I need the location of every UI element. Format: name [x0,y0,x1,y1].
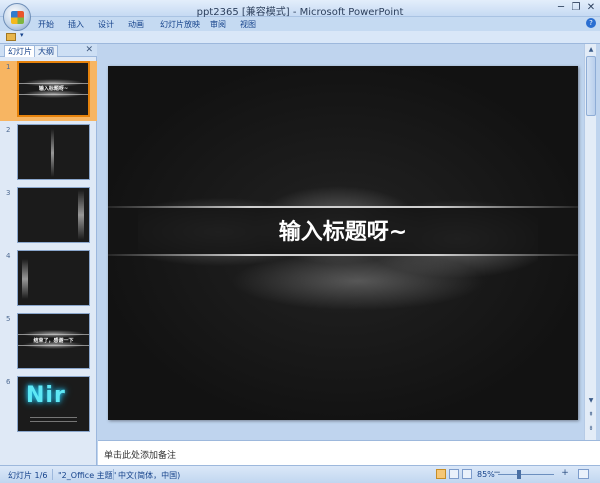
caption-line [30,421,77,422]
restore-button[interactable]: ❐ [569,2,583,14]
notes-pane[interactable]: 单击此处添加备注 [98,440,600,465]
minimize-button[interactable]: ─ [554,2,568,14]
tab-view[interactable]: 视图 [240,19,256,30]
pane-close-icon[interactable]: ✕ [85,45,93,55]
tab-review[interactable]: 审阅 [210,19,226,30]
tab-slideshow[interactable]: 幻灯片放映 [160,19,200,30]
office-button[interactable] [3,3,31,31]
slide-number: 4 [6,252,11,260]
current-slide[interactable]: 输入标题呀~ [108,66,578,420]
close-button[interactable]: ✕ [584,2,598,14]
slide-editing-area: 输入标题呀~ [98,44,600,440]
neon-logo-text: Nir [26,383,66,408]
smoke-streak [22,259,28,299]
window-title: ppt2365 [兼容模式] - Microsoft PowerPoint [196,7,404,18]
slides-pane: 幻灯片 大纲 ✕ 1 输入标题呀~ 2 3 4 5 结束了，感谢一下 6 Nir [0,44,97,465]
slide-number: 3 [6,189,11,197]
slide-thumbnail-3[interactable]: 3 [0,187,97,247]
slide-thumbnail-1[interactable]: 1 输入标题呀~ [0,61,97,121]
language-indicator[interactable]: 中文(简体，中国) [118,470,180,481]
open-folder-icon[interactable] [6,33,16,41]
band-top-line [108,206,578,208]
tab-outline[interactable]: 大纲 [34,45,58,57]
slide-number: 6 [6,378,11,386]
divider [113,469,114,480]
fit-to-window-icon[interactable] [578,469,589,479]
slide-thumbnail-4[interactable]: 4 [0,250,97,310]
slide-number: 5 [6,315,11,323]
zoom-slider[interactable] [498,474,554,475]
divider [52,469,53,480]
thumbnail-title: 结束了，感谢一下 [33,338,74,344]
slide-sorter-view-icon[interactable] [449,469,459,479]
slide-thumbnail-5[interactable]: 5 结束了，感谢一下 [0,313,97,373]
tab-animation[interactable]: 动画 [128,19,144,30]
slide-thumbnail-6[interactable]: 6 Nir [0,376,97,436]
next-slide-icon[interactable]: ⇟ [586,424,596,433]
normal-view-icon[interactable] [436,469,446,479]
slide-number: 1 [6,63,11,71]
smoke-streak [78,190,84,240]
smoke-streak [51,129,54,177]
thumbnail-title: 输入标题呀~ [38,86,69,92]
thumbnail-preview [17,124,90,180]
thumbnail-preview: Nir [17,376,90,432]
band-bottom-line [108,254,578,256]
band-line [19,83,88,84]
help-icon[interactable]: ? [586,18,596,28]
band-line [18,345,89,346]
title-bar: ppt2365 [兼容模式] - Microsoft PowerPoint ─ … [0,0,600,18]
zoom-slider-thumb[interactable] [517,470,521,479]
zoom-in-button[interactable]: + [560,469,570,479]
thumbnail-preview: 结束了，感谢一下 [17,313,90,369]
thumbnail-preview: 输入标题呀~ [17,61,90,117]
tab-design[interactable]: 设计 [98,19,114,30]
scroll-thumb[interactable] [586,56,596,116]
office-logo-icon [11,11,24,24]
thumbnail-preview [17,250,90,306]
ribbon-tabs: 开始 插入 设计 动画 幻灯片放映 审阅 视图 ? [0,17,600,31]
slide-number: 2 [6,126,11,134]
scroll-up-icon[interactable]: ▲ [586,45,596,54]
status-bar: 幻灯片 1/6 "2_Office 主题" 中文(简体，中国) 85% − + [0,465,600,483]
slideshow-view-icon[interactable] [462,469,472,479]
slide-counter: 幻灯片 1/6 [8,471,48,480]
previous-slide-icon[interactable]: ⇞ [586,410,596,419]
band-line [18,334,89,335]
slide-title[interactable]: 输入标题呀~ [108,214,578,246]
tab-home[interactable]: 开始 [38,19,54,30]
notes-placeholder: 单击此处添加备注 [104,451,177,461]
theme-name: "2_Office 主题" [58,471,117,480]
vertical-scrollbar[interactable]: ▲ ▼ ⇞ ⇟ [584,44,596,440]
pane-tabs: 幻灯片 大纲 ✕ [0,44,97,57]
quick-access-toolbar: ▾ [0,31,600,44]
tab-slides[interactable]: 幻灯片 [4,45,36,57]
qat-dropdown-icon[interactable]: ▾ [20,31,24,39]
tab-insert[interactable]: 插入 [68,19,84,30]
scroll-down-icon[interactable]: ▼ [586,396,596,405]
caption-line [30,417,77,418]
thumbnail-preview [17,187,90,243]
slide-thumbnail-2[interactable]: 2 [0,124,97,184]
band-line [19,94,88,95]
